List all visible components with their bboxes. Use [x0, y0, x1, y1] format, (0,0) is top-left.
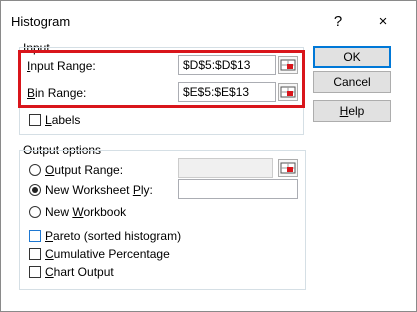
- chart-output-label: Chart Output: [45, 265, 114, 279]
- new-worksheet-radio[interactable]: [29, 184, 41, 196]
- cancel-button[interactable]: Cancel: [313, 71, 391, 93]
- close-icon[interactable]: ×: [368, 7, 398, 35]
- labels-checkbox[interactable]: [29, 114, 41, 126]
- ok-button[interactable]: OK: [313, 46, 391, 68]
- cumulative-percentage-label: Cumulative Percentage: [45, 247, 170, 261]
- radio-selected-dot: [32, 187, 38, 193]
- pareto-checkbox[interactable]: [29, 230, 41, 242]
- new-workbook-radio[interactable]: [29, 206, 41, 218]
- dialog-title: Histogram: [11, 14, 71, 29]
- chart-output-checkbox[interactable]: [29, 266, 41, 278]
- output-range-radio[interactable]: [29, 164, 41, 176]
- output-range-collapse-button[interactable]: [278, 159, 298, 177]
- cumulative-percentage-checkbox[interactable]: [29, 248, 41, 260]
- output-range-field[interactable]: [178, 158, 273, 178]
- new-worksheet-ply-field[interactable]: [178, 179, 298, 199]
- new-workbook-label: New Workbook: [45, 205, 127, 219]
- title-bar: Histogram ? ×: [1, 1, 416, 35]
- histogram-dialog: Histogram ? × Input Input Range: Bin Ran…: [0, 0, 417, 312]
- help-question-icon[interactable]: ?: [323, 7, 353, 35]
- labels-checkbox-label: Labels: [45, 113, 81, 127]
- help-button[interactable]: Help: [313, 100, 391, 122]
- highlight-box: [18, 50, 305, 108]
- new-worksheet-label: New Worksheet Ply:: [45, 183, 153, 197]
- pareto-label: Pareto (sorted histogram): [45, 229, 182, 243]
- range-selector-icon: [280, 162, 296, 174]
- output-range-label: Output Range:: [45, 163, 124, 177]
